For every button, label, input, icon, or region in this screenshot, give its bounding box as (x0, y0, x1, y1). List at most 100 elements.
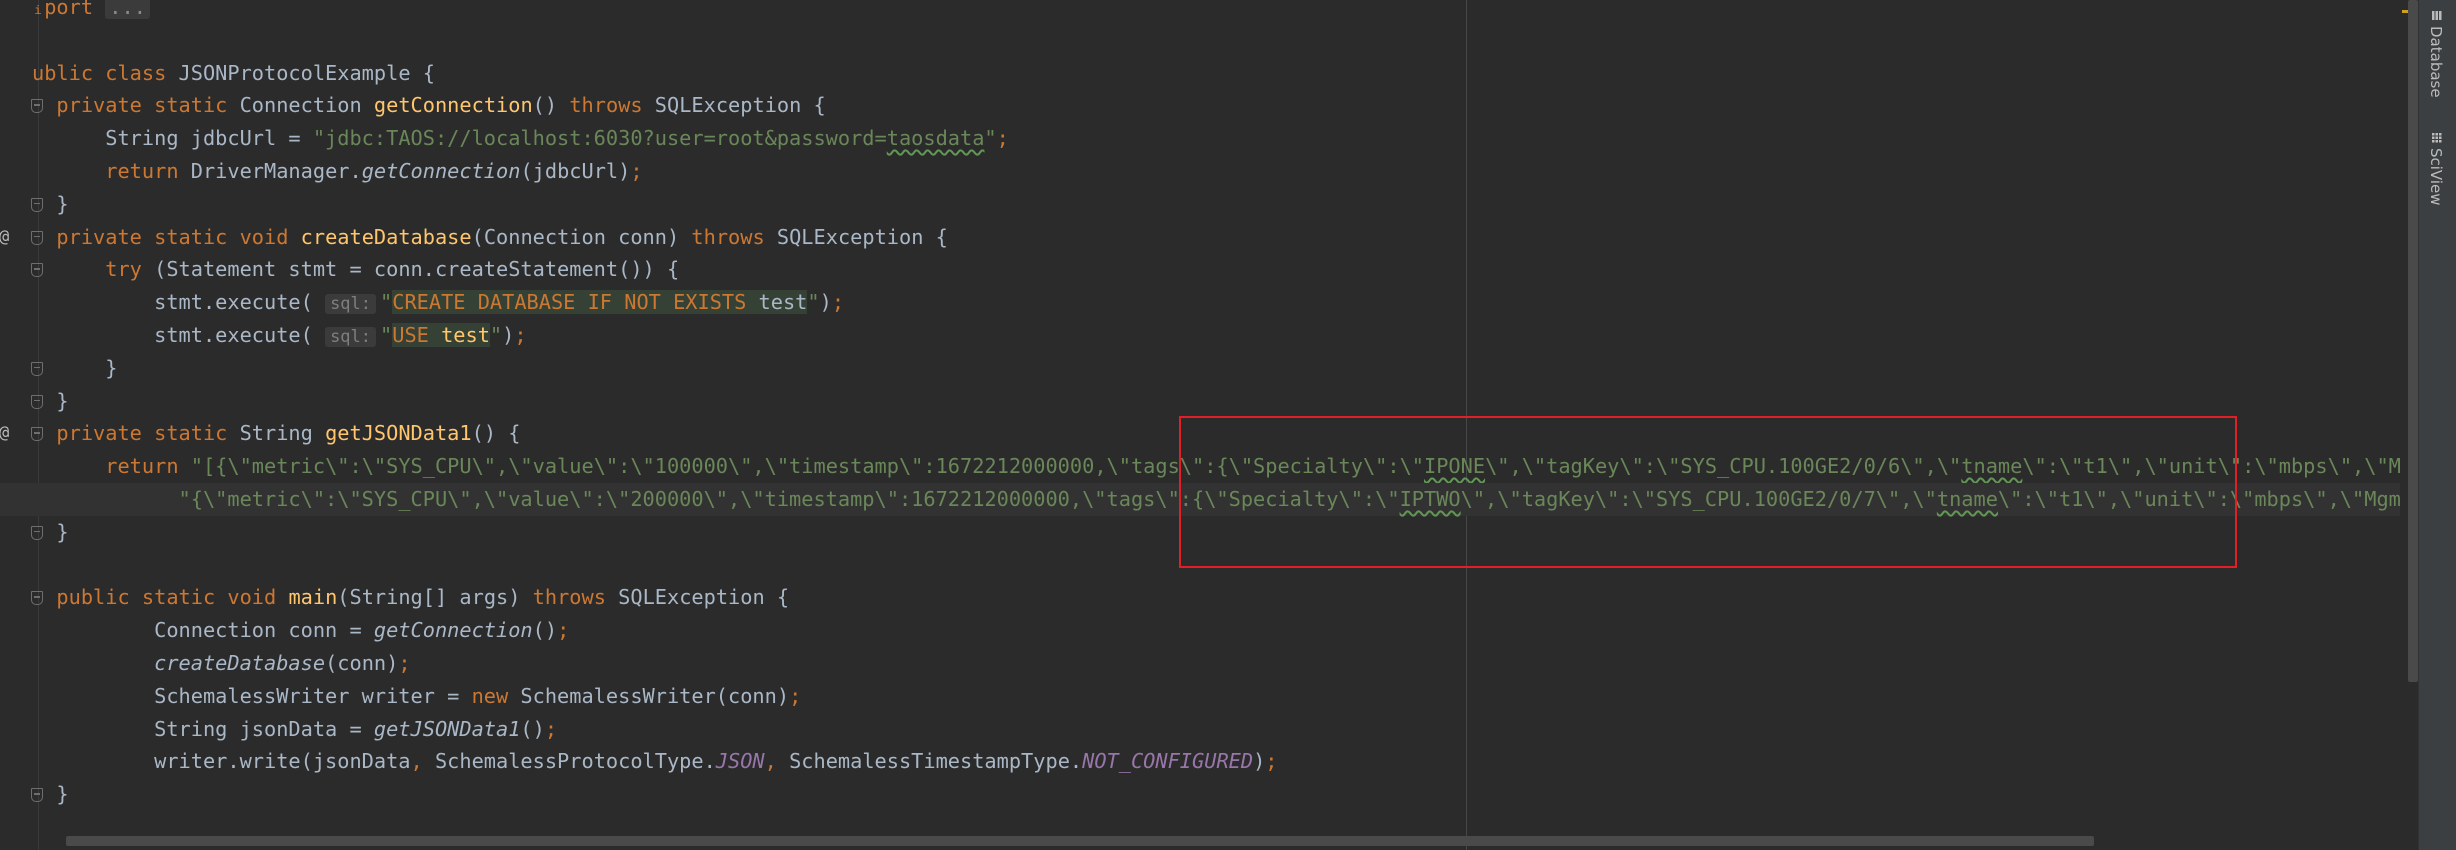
database-tool-tab[interactable]: Database (2427, 10, 2445, 98)
red-highlight-box (1179, 416, 2237, 568)
code-token: private (56, 93, 155, 118)
code-text: } (32, 385, 68, 418)
override-annotation-icon[interactable]: @ (0, 221, 9, 254)
code-token: getConnection (373, 618, 533, 643)
code-token: () { (471, 421, 521, 446)
code-token: DriverManager. (190, 159, 362, 183)
code-token: } (32, 191, 69, 216)
code-token: , (410, 749, 435, 774)
sciview-tool-tab[interactable]: SciView (2427, 132, 2445, 206)
code-token: Connection (239, 93, 374, 118)
override-annotation-icon[interactable]: @ (0, 417, 9, 450)
code-token: () (532, 93, 570, 118)
code-token: taosdata (886, 126, 985, 151)
code-text: String jdbcUrl = "jdbc:TAOS://localhost:… (32, 122, 1009, 155)
code-token: ; (789, 683, 802, 708)
code-text: SchemalessWriter writer = new Schemaless… (32, 680, 801, 713)
code-text: try (Statement stmt = conn.createStateme… (32, 253, 679, 286)
code-token: getJSONData1 (373, 716, 521, 741)
code-text: } (32, 352, 117, 385)
code-token: new (471, 683, 521, 708)
code-token: NOT_CONFIGURED (1082, 749, 1254, 774)
code-token: String (239, 421, 326, 446)
code-token: JSONProtocolExample { (178, 60, 435, 85)
code-token: } (32, 782, 69, 807)
code-text: ᵢport ... (32, 0, 150, 24)
code-token: public (56, 585, 142, 610)
code-text: } (32, 188, 69, 221)
code-token: private (56, 421, 155, 446)
code-token: (Statement stmt = conn.createStatement()… (154, 257, 680, 282)
code-text: private static void createDatabase(Conne… (32, 221, 948, 254)
code-token: } (32, 519, 69, 544)
vertical-scrollbar-thumb[interactable] (2408, 0, 2418, 682)
code-token: Connection conn = (32, 618, 374, 643)
code-token: CREATE DATABASE IF NOT EXISTS (392, 290, 759, 315)
code-token: createDatabase (154, 651, 326, 675)
code-token: (conn) (325, 651, 399, 675)
code-token: String jdbcUrl = (32, 126, 313, 151)
code-text: stmt.execute( sql: "CREATE DATABASE IF NO… (32, 286, 844, 321)
code-token: test (441, 323, 490, 347)
code-token: ; (630, 159, 643, 183)
horizontal-scrollbar-thumb[interactable] (66, 836, 2094, 846)
database-icon (2431, 11, 2441, 20)
database-tab-label[interactable]: Database (2427, 26, 2445, 98)
code-token: throws (532, 585, 619, 610)
code-token: ᵢ (32, 0, 45, 19)
right-tool-window-bar: Database SciView (2418, 0, 2456, 850)
code-token: String jsonData = (32, 716, 374, 741)
parameter-hint: sql: (325, 294, 377, 315)
code-text: return DriverManager.getConnection(jdbcU… (32, 155, 643, 188)
code-token: SQLException { (618, 585, 790, 610)
code-text: Connection conn = getConnection(); (32, 614, 569, 647)
code-text: stmt.execute( sql: "USE test"); (32, 319, 527, 354)
code-token: test (758, 290, 808, 315)
code-token: getConnection (361, 159, 521, 183)
code-token: " (807, 290, 820, 315)
code-editor[interactable]: ᵢport ... ublic class JSONProtocolExample… (0, 0, 2400, 850)
code-token: ; (514, 323, 527, 347)
code-token: ) (502, 323, 515, 347)
code-token: ublic (32, 60, 106, 85)
code-token: private (56, 224, 155, 249)
code-token: ; (996, 126, 1009, 151)
code-token: () (520, 716, 545, 741)
code-token: (String[] args) (337, 585, 533, 610)
code-token: " (489, 323, 503, 347)
code-token: " (984, 126, 997, 151)
code-token: SchemalessProtocolType. (434, 749, 716, 774)
code-text: private static Connection getConnection(… (32, 89, 825, 122)
code-token: ; (1265, 749, 1278, 774)
code-token: static (141, 585, 228, 610)
code-token: " (380, 290, 393, 315)
code-token: "jdbc:TAOS://localhost:6030?user=root&pa… (312, 126, 887, 151)
code-token: stmt.execute( (32, 290, 326, 315)
code-token: static (154, 421, 240, 446)
sciview-tab-label[interactable]: SciView (2427, 148, 2445, 206)
code-token: ; (557, 618, 570, 643)
code-text: String jsonData = getJSONData1(); (32, 713, 557, 746)
code-token: static (154, 93, 240, 118)
code-token: throws (569, 93, 655, 118)
code-token: void (239, 224, 301, 249)
code-text: } (32, 516, 69, 549)
code-token: getConnection (373, 93, 533, 118)
code-token: SQLException { (776, 224, 948, 249)
code-token: ; (831, 290, 845, 315)
code-token: () (532, 618, 558, 643)
code-token: (jdbcUrl) (520, 159, 631, 183)
code-token: try (105, 257, 155, 282)
code-text: createDatabase(conn); (32, 647, 410, 680)
parameter-hint: sql: (325, 327, 377, 347)
code-token: ) (1253, 749, 1266, 774)
code-token: throws (691, 224, 777, 249)
code-text: } (32, 778, 69, 811)
